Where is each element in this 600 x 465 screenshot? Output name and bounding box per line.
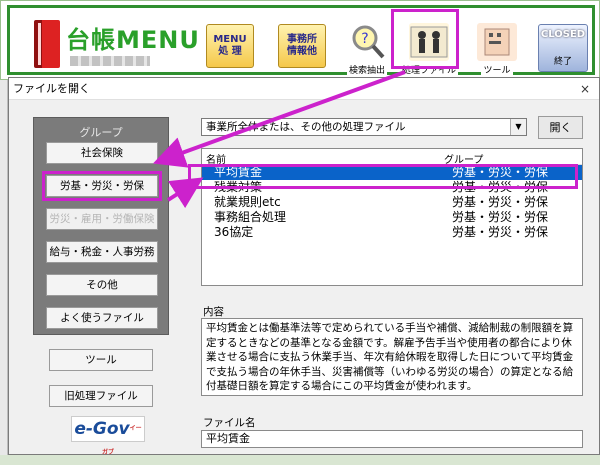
content-description: 平均賃金とは働基準法等で定められている手当や補償、減給制裁の制限額を算定するとき… <box>201 318 583 396</box>
file-category-select[interactable]: 事業所全体または、その他の処理ファイル ▼ <box>201 118 527 136</box>
app-toolbar: 台帳MENU MENU 処 理 事務所 情報他 ? 検索抽出 処理ファイル ツー… <box>0 0 600 80</box>
app-logo-title: 台帳MENU <box>66 26 200 54</box>
dialog-title: ファイルを開く <box>13 82 90 95</box>
group-favorites-button[interactable]: よく使うファイル <box>46 307 158 329</box>
file-name-cell: 36協定 <box>214 225 254 239</box>
menu-process-button[interactable]: MENU 処 理 <box>206 24 254 68</box>
file-list-header: 名前 グループ <box>202 149 582 166</box>
dialog-titlebar: ファイルを開く × <box>9 78 599 100</box>
file-group-cell: 労基・労災・労保 <box>452 225 549 239</box>
file-group-cell: 労基・労災・労保 <box>452 210 549 224</box>
file-name-cell: 就業規則etc <box>214 195 281 209</box>
group-social-insurance-button[interactable]: 社会保険 <box>46 142 158 164</box>
content-label: 内容 <box>203 306 224 318</box>
search-extract-label: 検索抽出 <box>346 63 387 76</box>
file-category-value: 事業所全体または、その他の処理ファイル <box>206 121 406 133</box>
file-list-row[interactable]: 事務組合処理 労基・労災・労保 <box>202 210 582 225</box>
closed-title: CLOSED <box>540 29 586 40</box>
tool-icon <box>477 23 517 61</box>
chevron-down-icon[interactable]: ▼ <box>510 119 526 135</box>
file-list-row[interactable]: 就業規則etc 労基・労災・労保 <box>202 195 582 210</box>
magnifier-icon: ? <box>347 23 387 61</box>
filename-field[interactable]: 平均賃金 <box>201 430 583 448</box>
group-accident-employment-button: 労災・雇用・労働保険 <box>46 208 158 230</box>
closed-exit-button[interactable]: CLOSED 終了 <box>538 24 588 72</box>
group-other-button[interactable]: その他 <box>46 274 158 296</box>
file-name-cell: 事務組合処理 <box>214 210 287 224</box>
group-payroll-tax-button[interactable]: 給与・税金・人事労務 <box>46 241 158 263</box>
background-window-edge <box>0 80 8 455</box>
exit-label: 終了 <box>553 57 572 67</box>
group-panel: グループ 社会保険 労基・労災・労保 労災・雇用・労働保険 給与・税金・人事労務… <box>33 117 169 335</box>
search-extract-button[interactable]: ? 検索抽出 <box>336 18 398 76</box>
open-file-dialog: ファイルを開く × グループ 社会保険 労基・労災・労保 労災・雇用・労働保険 … <box>8 77 600 456</box>
office-info-button[interactable]: 事務所 情報他 <box>278 24 326 68</box>
selected-row-highlight <box>188 164 578 189</box>
file-group-cell: 労基・労災・労保 <box>452 195 549 209</box>
process-file-highlight <box>391 9 459 69</box>
close-icon[interactable]: × <box>577 78 593 100</box>
egov-text: e-Gov <box>74 419 130 439</box>
logo-subtitle-blurred <box>70 56 150 66</box>
tool-label: ツール <box>481 63 513 76</box>
filename-label: ファイル名 <box>203 417 256 429</box>
svg-text:?: ? <box>361 31 368 47</box>
old-files-button[interactable]: 旧処理ファイル <box>49 385 153 407</box>
toolbar-frame: 台帳MENU MENU 処 理 事務所 情報他 ? 検索抽出 処理ファイル ツー… <box>7 5 595 76</box>
egov-logo[interactable]: e-Govイーガブ <box>71 416 145 456</box>
tools-button[interactable]: ツール <box>49 349 153 371</box>
group-labor-standards-button[interactable]: 労基・労災・労保 <box>42 171 162 201</box>
file-list-row[interactable]: 36協定 労基・労災・労保 <box>202 225 582 240</box>
group-panel-title: グループ <box>79 126 123 139</box>
ledger-book-icon <box>34 20 60 68</box>
open-button[interactable]: 開く <box>538 116 583 139</box>
tool-button[interactable]: ツール <box>466 18 528 76</box>
